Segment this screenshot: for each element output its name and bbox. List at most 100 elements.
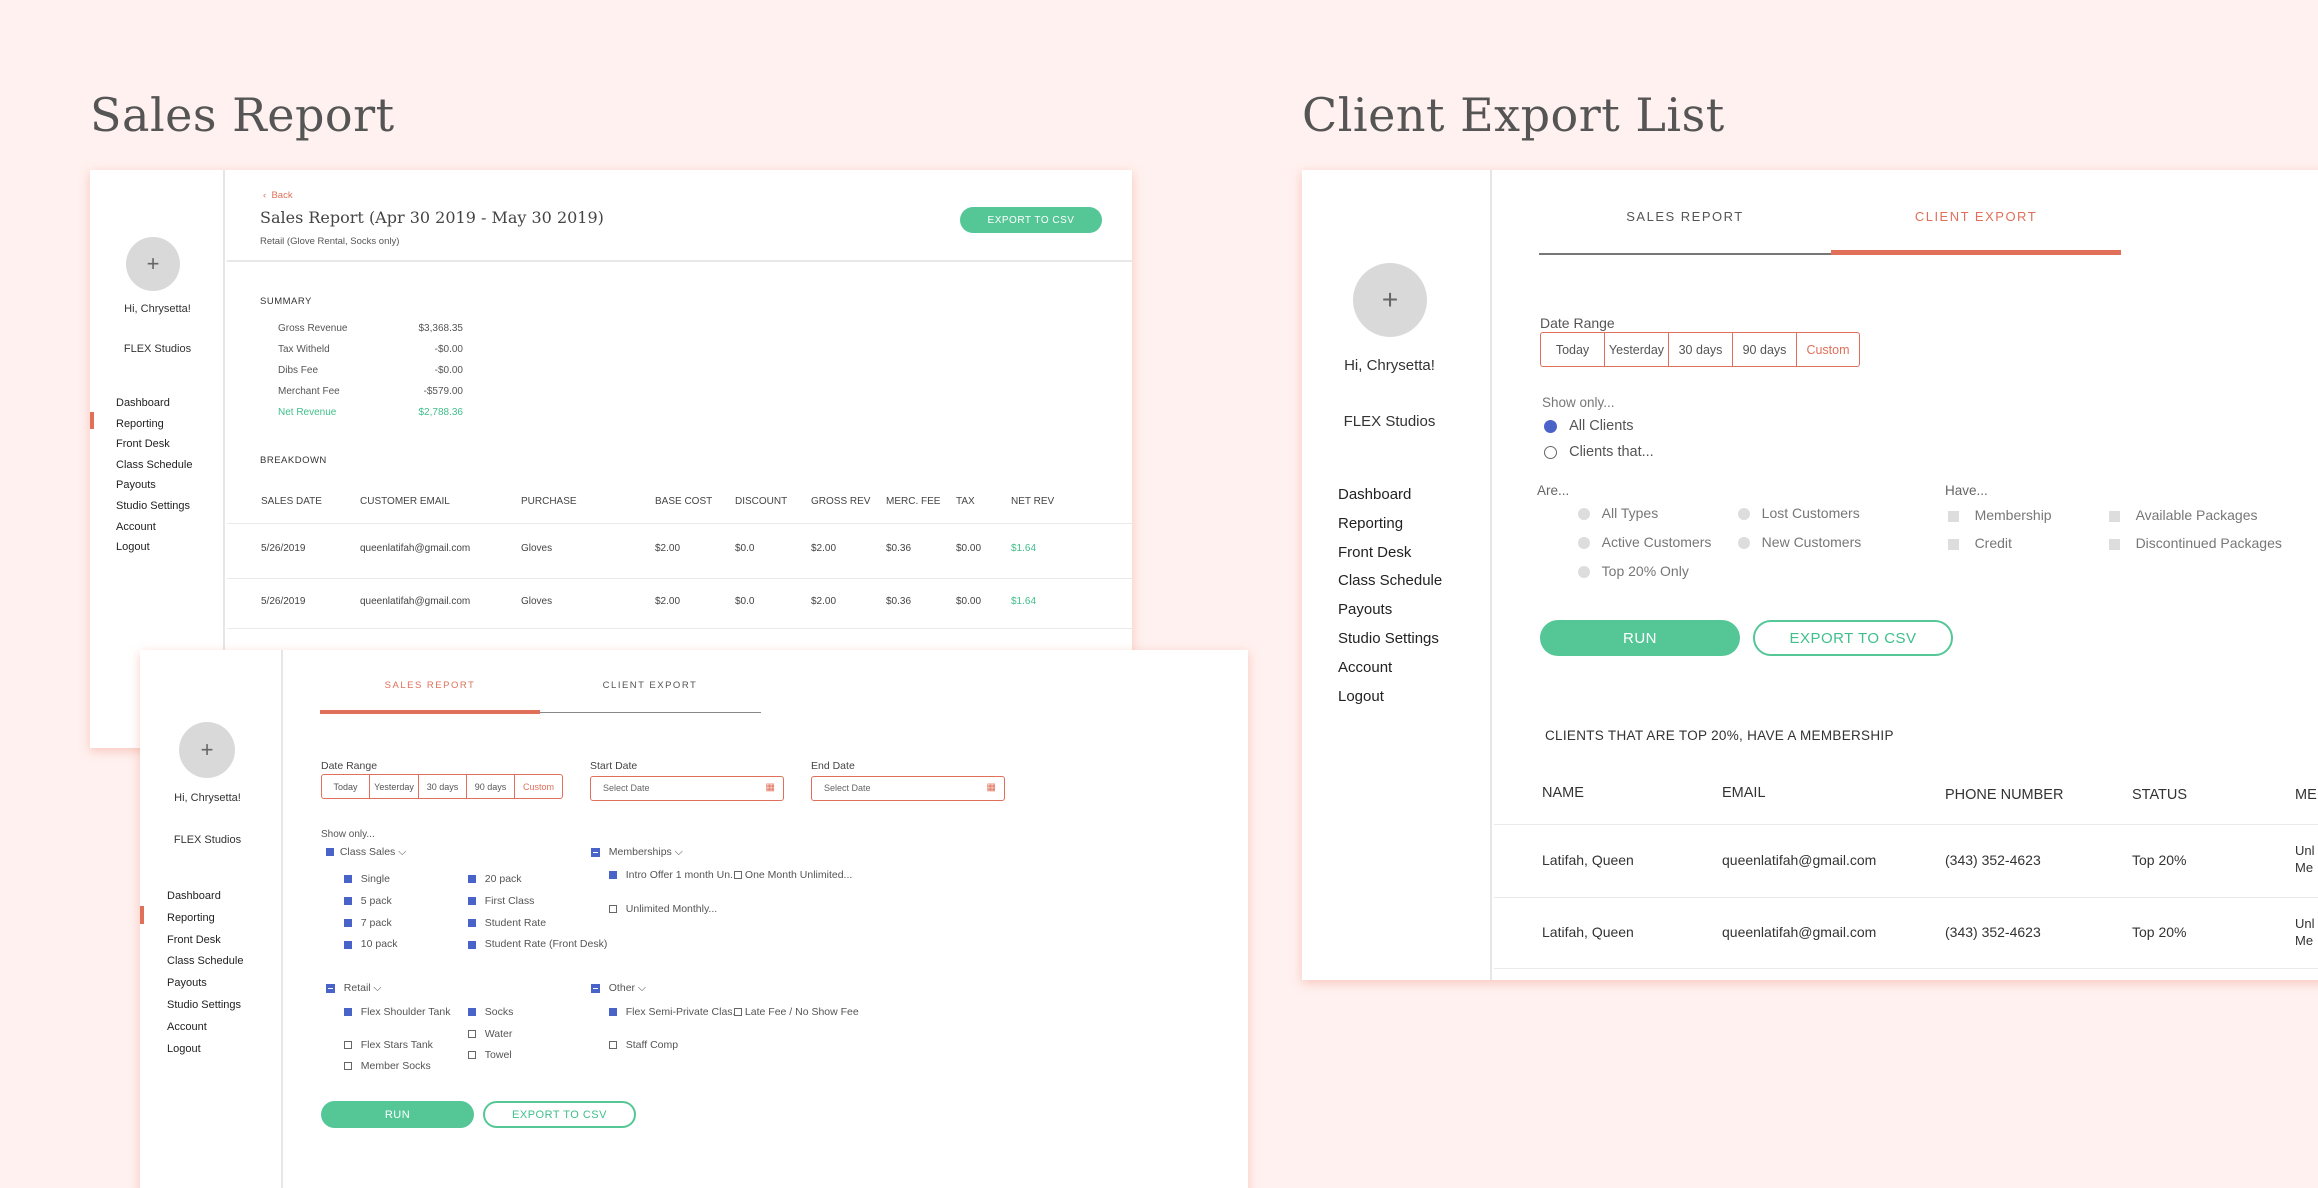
range-today[interactable]: Today [322,775,370,798]
option-10-pack[interactable]: 10 pack [344,934,398,956]
checkbox-empty-icon [344,1041,352,1050]
summary-label: SUMMARY [260,296,312,307]
radio-clients-that[interactable]: Clients that... [1544,444,1654,460]
tab-client-export[interactable]: CLIENT EXPORT [540,680,760,691]
range-yesterday[interactable]: Yesterday [1605,333,1669,366]
sidebar-item-dashboard[interactable]: Dashboard [1338,481,1442,510]
group-memberships[interactable]: Memberships ⌵ [591,846,683,859]
option-student-rate[interactable]: Student Rate [468,913,607,935]
sidebar-item-front-desk[interactable]: Front Desk [116,434,192,455]
client-export-heading: Client Export List [1302,88,1725,142]
sidebar-item-front-desk[interactable]: Front Desk [167,930,243,952]
sidebar-item-account[interactable]: Account [1338,654,1442,683]
sidebar-item-studio-settings[interactable]: Studio Settings [116,496,192,517]
sidebar-item-account[interactable]: Account [116,517,192,538]
sidebar-item-studio-settings[interactable]: Studio Settings [167,995,243,1017]
export-csv-button[interactable]: EXPORT TO CSV [960,207,1102,233]
summary-gross-revenue-label: Gross Revenue [278,323,348,334]
export-csv-button[interactable]: EXPORT TO CSV [483,1101,636,1128]
group-retail[interactable]: Retail ⌵ [326,982,382,995]
sidebar-item-logout[interactable]: Logout [1338,683,1442,712]
option-active-customers[interactable]: Active Customers [1578,534,1711,550]
option-credit[interactable]: Credit [1948,535,2012,551]
sidebar-item-reporting[interactable]: Reporting [1338,510,1442,539]
sidebar-item-payouts[interactable]: Payouts [1338,596,1442,625]
tab-sales-report[interactable]: SALES REPORT [1539,209,1831,224]
option-new-customers[interactable]: New Customers [1738,534,1861,550]
option-5-pack[interactable]: 5 pack [344,891,398,913]
range-90-days[interactable]: 90 days [1733,333,1797,366]
sidebar-item-front-desk[interactable]: Front Desk [1338,539,1442,568]
option-flex-shoulder-tank[interactable]: Flex Shoulder Tank [344,1006,450,1018]
checkbox-empty-icon [609,1041,617,1050]
range-90-days[interactable]: 90 days [467,775,515,798]
option-single[interactable]: Single [344,869,398,891]
avatar[interactable]: + [126,237,180,291]
tab-client-export[interactable]: CLIENT EXPORT [1831,209,2121,224]
sidebar-item-class-schedule[interactable]: Class Schedule [1338,567,1442,596]
option-water[interactable]: Water [468,1028,512,1040]
option-student-rate-front-desk[interactable]: Student Rate (Front Desk) [468,934,607,956]
range-today[interactable]: Today [1541,333,1605,366]
group-class-sales[interactable]: Class Sales ⌵ [326,846,406,859]
show-only-label: Show only... [321,829,375,840]
option-discontinued-packages[interactable]: Discontinued Packages [2109,535,2282,551]
run-button[interactable]: RUN [1540,620,1740,656]
radio-all-clients[interactable]: All Clients [1544,418,1634,434]
group-other[interactable]: Other ⌵ [591,982,646,995]
checkbox-checked-icon [609,1008,617,1017]
option-unlimited-monthly[interactable]: Unlimited Monthly... [609,903,717,915]
avatar[interactable]: + [1353,263,1427,337]
checkbox-checked-icon [344,875,352,884]
range-30-days[interactable]: 30 days [419,775,467,798]
run-button[interactable]: RUN [321,1101,474,1128]
option-staff-comp[interactable]: Staff Comp [609,1039,678,1051]
checkbox-checked-icon [468,940,476,949]
sidebar-item-account[interactable]: Account [167,1017,243,1039]
range-custom[interactable]: Custom [1797,333,1859,366]
end-date-field[interactable]: Select Date ▦ [811,776,1005,801]
plus-icon: + [1381,284,1399,315]
sidebar-item-reporting[interactable]: Reporting [167,908,243,930]
sidebar-item-payouts[interactable]: Payouts [167,973,243,995]
option-lost-customers[interactable]: Lost Customers [1738,505,1860,521]
option-towel[interactable]: Towel [468,1049,512,1061]
start-date-field[interactable]: Select Date ▦ [590,776,784,801]
option-one-month-unlimited[interactable]: One Month Unlimited... [734,869,852,881]
range-30-days[interactable]: 30 days [1669,333,1733,366]
sidebar-item-logout[interactable]: Logout [167,1039,243,1061]
sidebar-item-class-schedule[interactable]: Class Schedule [116,455,192,476]
radio-disabled-icon [1578,566,1590,579]
export-csv-button[interactable]: EXPORT TO CSV [1753,620,1953,656]
option-late-fee[interactable]: Late Fee / No Show Fee [734,1006,859,1018]
col-base-cost: BASE COST [655,496,713,507]
sidebar-item-payouts[interactable]: Payouts [116,475,192,496]
option-top-20-only[interactable]: Top 20% Only [1578,563,1689,579]
sidebar-item-reporting[interactable]: Reporting [116,414,192,435]
sidebar-item-dashboard[interactable]: Dashboard [167,886,243,908]
sidebar-item-studio-settings[interactable]: Studio Settings [1338,625,1442,654]
sidebar-nav: Dashboard Reporting Front Desk Class Sch… [167,886,243,1060]
avatar[interactable]: + [179,722,235,778]
tab-active-underline [320,710,540,714]
sidebar-item-class-schedule[interactable]: Class Schedule [167,951,243,973]
option-intro-offer[interactable]: Intro Offer 1 month Un... [609,869,739,881]
back-link[interactable]: ‹ Back [263,190,293,201]
option-7-pack[interactable]: 7 pack [344,913,398,935]
range-custom[interactable]: Custom [515,775,562,798]
option-available-packages[interactable]: Available Packages [2109,507,2258,523]
option-first-class[interactable]: First Class [468,891,607,913]
option-socks[interactable]: Socks [468,1006,513,1018]
option-all-types[interactable]: All Types [1578,505,1658,521]
sidebar-item-dashboard[interactable]: Dashboard [116,393,192,414]
option-flex-semi-private[interactable]: Flex Semi-Private Clas... [609,1006,741,1018]
range-yesterday[interactable]: Yesterday [370,775,419,798]
tab-sales-report[interactable]: SALES REPORT [320,680,540,691]
option-flex-stars-tank[interactable]: Flex Stars Tank [344,1039,433,1051]
sidebar-item-logout[interactable]: Logout [116,537,192,558]
option-20-pack[interactable]: 20 pack [468,869,607,891]
greeting: Hi, Chrysetta! [1344,357,1435,374]
table-row-2-merc-fee: $0.36 [886,596,912,607]
option-membership[interactable]: Membership [1948,507,2052,523]
option-member-socks[interactable]: Member Socks [344,1060,431,1072]
